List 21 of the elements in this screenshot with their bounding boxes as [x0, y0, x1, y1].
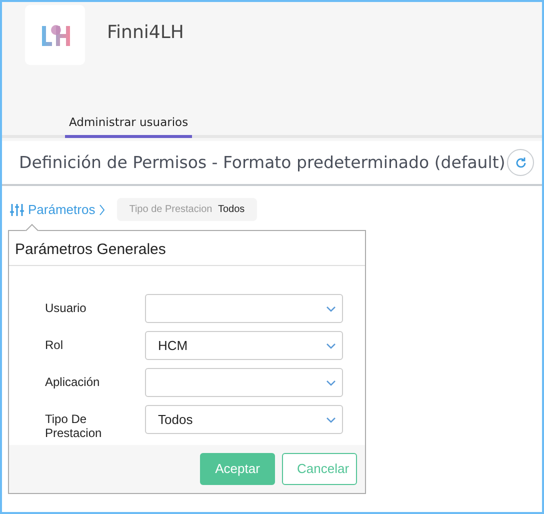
chevron-down-icon — [326, 342, 336, 348]
select-field[interactable]: Todos — [145, 405, 343, 434]
field-label: Aplicación — [45, 374, 101, 390]
sliders-icon — [10, 202, 24, 216]
app-name: Finni4LH — [107, 22, 184, 43]
chevron-right-icon — [99, 204, 106, 216]
field-label: Rol — [45, 337, 64, 352]
select-field[interactable] — [145, 294, 343, 323]
refresh-button[interactable] — [507, 149, 534, 176]
filter-chip[interactable]: Tipo de Prestacion Todos — [117, 198, 257, 221]
popup-title: Parámetros Generales — [9, 231, 365, 266]
chevron-down-icon — [326, 380, 336, 386]
chevron-down-icon — [326, 306, 336, 312]
refresh-icon — [514, 156, 526, 168]
select-field[interactable]: HCM — [145, 331, 343, 360]
field-label: Usuario — [45, 300, 88, 316]
tab[interactable]: Administrar usuarios — [65, 115, 192, 138]
chevron-down-icon — [326, 416, 336, 422]
page-title: Definición de Permisos - Formato predeterminado (default) — [19, 153, 506, 172]
select-field[interactable] — [145, 368, 343, 397]
field-label: Tipo De Prestacion — [45, 411, 103, 441]
